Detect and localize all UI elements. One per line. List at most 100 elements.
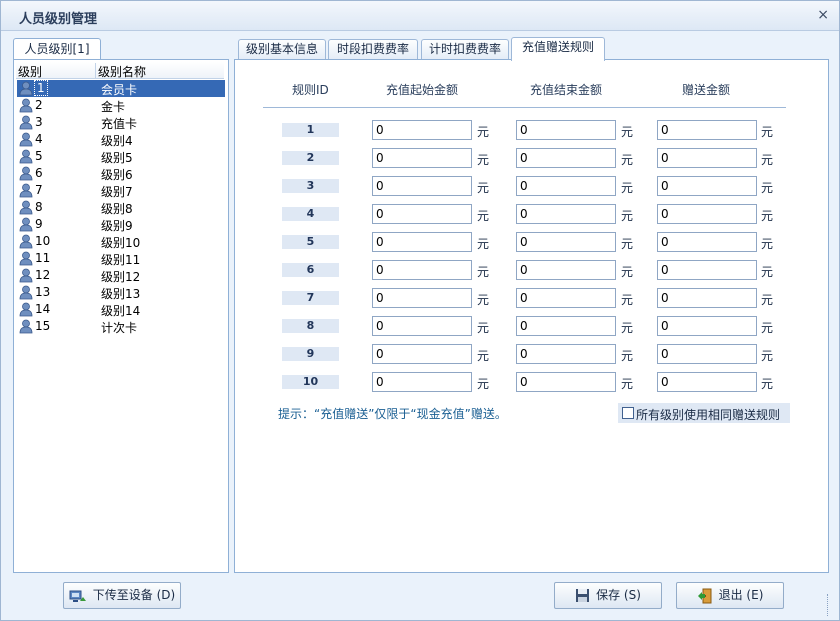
currency-unit: 元 xyxy=(761,265,774,279)
start-amount-input[interactable] xyxy=(372,288,472,308)
start-amount-input[interactable] xyxy=(372,204,472,224)
level-list-item[interactable]: 10 级别10 xyxy=(17,233,225,250)
col-header-end-amount: 充值结束金额 xyxy=(530,83,603,97)
start-amount-input[interactable] xyxy=(372,232,472,252)
tab-timing-rate[interactable]: 计时扣费费率 xyxy=(421,39,509,60)
level-list-item[interactable]: 1 会员卡 xyxy=(17,80,225,97)
currency-unit: 元 xyxy=(477,125,490,139)
level-name: 充值卡 xyxy=(101,117,138,131)
level-list-item[interactable]: 13 级别13 xyxy=(17,284,225,301)
level-list-item[interactable]: 15 计次卡 xyxy=(17,318,225,335)
end-amount-input[interactable] xyxy=(516,232,616,252)
gift-amount-input[interactable] xyxy=(657,344,757,364)
level-list-panel: 级别 级别名称 1 会员卡 2 金卡 3 充值卡 4 级别4 5 级别5 6 级别6 7 级别7 8 级别8 9… xyxy=(13,59,229,573)
level-id: 8 xyxy=(35,200,43,214)
user-icon xyxy=(19,234,33,249)
level-list-header: 级别 级别名称 xyxy=(16,62,224,79)
level-list-item[interactable]: 7 级别7 xyxy=(17,182,225,199)
gift-amount-input[interactable] xyxy=(657,176,757,196)
tab-period-rate[interactable]: 时段扣费费率 xyxy=(328,39,418,60)
level-list-item[interactable]: 8 级别8 xyxy=(17,199,225,216)
level-list-item[interactable]: 4 级别4 xyxy=(17,131,225,148)
col-header-start-amount: 充值起始金额 xyxy=(386,83,459,97)
level-list-item[interactable]: 11 级别11 xyxy=(17,250,225,267)
col-header-level[interactable]: 级别 xyxy=(18,63,96,79)
level-list-item[interactable]: 12 级别12 xyxy=(17,267,225,284)
exit-door-icon xyxy=(697,588,712,603)
rule-id-label: 2 xyxy=(282,151,339,165)
start-amount-input[interactable] xyxy=(372,316,472,336)
level-list-item[interactable]: 2 金卡 xyxy=(17,97,225,114)
level-id: 3 xyxy=(35,115,43,129)
save-icon xyxy=(576,589,590,602)
gift-amount-input[interactable] xyxy=(657,232,757,252)
resize-grip[interactable] xyxy=(827,594,837,616)
end-amount-input[interactable] xyxy=(516,316,616,336)
user-icon xyxy=(19,132,33,147)
same-rule-checkbox[interactable] xyxy=(622,407,634,419)
hint-text: 提示：“充值赠送”仅限于“现金充值”赠送。 xyxy=(278,407,507,421)
level-list-tab[interactable]: 人员级别[1] xyxy=(13,38,101,60)
user-icon xyxy=(19,319,33,334)
gift-amount-input[interactable] xyxy=(657,260,757,280)
end-amount-input[interactable] xyxy=(516,260,616,280)
end-amount-input[interactable] xyxy=(516,120,616,140)
start-amount-input[interactable] xyxy=(372,176,472,196)
gift-amount-input[interactable] xyxy=(657,288,757,308)
currency-unit: 元 xyxy=(477,265,490,279)
gift-amount-input[interactable] xyxy=(657,372,757,392)
currency-unit: 元 xyxy=(621,181,634,195)
upload-to-device-button[interactable]: 下传至设备 (D) xyxy=(63,582,181,609)
start-amount-input[interactable] xyxy=(372,148,472,168)
end-amount-input[interactable] xyxy=(516,288,616,308)
device-upload-icon xyxy=(69,590,86,602)
exit-button-label: 退出 (E) xyxy=(718,588,764,602)
level-name: 级别9 xyxy=(101,219,133,233)
title-bar[interactable]: 人员级别管理 × xyxy=(1,1,839,31)
save-button-label: 保存 (S) xyxy=(596,588,641,602)
currency-unit: 元 xyxy=(761,377,774,391)
end-amount-input[interactable] xyxy=(516,344,616,364)
same-rule-label: 所有级别使用相同赠送规则 xyxy=(636,408,781,422)
end-amount-input[interactable] xyxy=(516,148,616,168)
rule-id-label: 6 xyxy=(282,263,339,277)
start-amount-input[interactable] xyxy=(372,260,472,280)
currency-unit: 元 xyxy=(621,265,634,279)
currency-unit: 元 xyxy=(477,377,490,391)
tab-basic-info[interactable]: 级别基本信息 xyxy=(238,39,326,60)
same-rule-option[interactable]: 所有级别使用相同赠送规则 xyxy=(618,403,790,423)
save-button[interactable]: 保存 (S) xyxy=(554,582,662,609)
level-name: 级别6 xyxy=(101,168,133,182)
gift-amount-input[interactable] xyxy=(657,204,757,224)
currency-unit: 元 xyxy=(761,153,774,167)
start-amount-input[interactable] xyxy=(372,120,472,140)
level-id: 14 xyxy=(35,302,51,316)
end-amount-input[interactable] xyxy=(516,372,616,392)
user-icon xyxy=(19,115,33,130)
end-amount-input[interactable] xyxy=(516,204,616,224)
gift-amount-input[interactable] xyxy=(657,148,757,168)
level-management-window: 人员级别管理 × 人员级别[1] 级别 级别名称 1 会员卡 2 金卡 3 充值卡 4 级别4… xyxy=(0,0,840,621)
level-name: 级别4 xyxy=(101,134,133,148)
currency-unit: 元 xyxy=(761,209,774,223)
level-list-item[interactable]: 3 充值卡 xyxy=(17,114,225,131)
close-icon[interactable]: × xyxy=(817,7,829,23)
start-amount-input[interactable] xyxy=(372,344,472,364)
level-list-item[interactable]: 5 级别5 xyxy=(17,148,225,165)
level-name: 级别8 xyxy=(101,202,133,216)
level-list-item[interactable]: 14 级别14 xyxy=(17,301,225,318)
level-list-item[interactable]: 6 级别6 xyxy=(17,165,225,182)
rule-id-label: 7 xyxy=(282,291,339,305)
level-id: 10 xyxy=(35,234,51,248)
currency-unit: 元 xyxy=(621,349,634,363)
tab-recharge-gift-rules[interactable]: 充值赠送规则 xyxy=(511,37,605,61)
end-amount-input[interactable] xyxy=(516,176,616,196)
gift-amount-input[interactable] xyxy=(657,120,757,140)
level-list-item[interactable]: 9 级别9 xyxy=(17,216,225,233)
exit-button[interactable]: 退出 (E) xyxy=(676,582,784,609)
level-id: 4 xyxy=(35,132,43,146)
currency-unit: 元 xyxy=(621,321,634,335)
col-header-level-name[interactable]: 级别名称 xyxy=(98,63,146,80)
gift-amount-input[interactable] xyxy=(657,316,757,336)
start-amount-input[interactable] xyxy=(372,372,472,392)
